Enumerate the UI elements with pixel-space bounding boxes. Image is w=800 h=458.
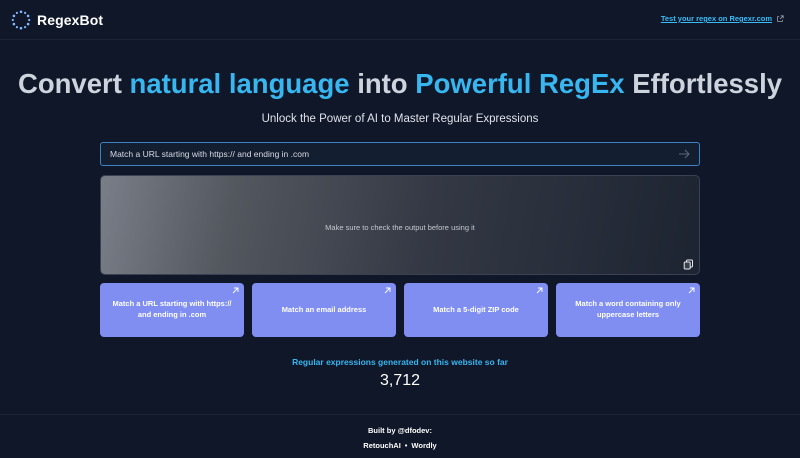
top-bar: RegexBot Test your regex on Regexr.com (0, 0, 800, 40)
footer-separator: • (404, 441, 408, 450)
footer: Built by @dfodev: RetouchAI • Wordly (0, 414, 800, 458)
title-part-3: Effortlessly (624, 68, 783, 99)
regexr-link[interactable]: Test your regex on Regexr.com (661, 14, 784, 23)
title-accent-2: Powerful RegEx (415, 68, 625, 99)
example-card-url[interactable]: Match a URL starting with https:// and e… (100, 283, 244, 337)
example-card-label: Match a word containing only uppercase l… (575, 299, 681, 319)
arrow-up-right-icon (232, 287, 239, 294)
prompt-input[interactable] (101, 143, 661, 165)
footer-links: RetouchAI • Wordly (0, 441, 800, 450)
example-card-email[interactable]: Match an email address (252, 283, 396, 337)
example-card-label: Match an email address (281, 304, 367, 314)
example-card-label: Match a 5-digit ZIP code (433, 304, 519, 314)
external-link-icon (777, 14, 784, 22)
arrow-up-right-icon (688, 287, 695, 294)
arrow-up-right-icon (384, 287, 391, 294)
title-part-1: Convert (17, 68, 130, 99)
logo[interactable]: RegexBot (11, 10, 103, 30)
counter-label: Regular expressions generated on this we… (292, 357, 508, 367)
prompt-box (100, 142, 700, 166)
dotted-ring-icon (11, 10, 31, 30)
arrow-right-icon[interactable] (678, 148, 691, 160)
title-part-2: into (349, 68, 416, 99)
copy-icon[interactable] (683, 259, 694, 270)
title-accent-1: natural language (129, 68, 350, 99)
output-placeholder: Make sure to check the output before usi… (325, 223, 475, 232)
regex-output-panel: Make sure to check the output before usi… (100, 175, 700, 275)
built-by-text: Built by @dfodev: (368, 426, 432, 435)
page-subtitle: Unlock the Power of AI to Master Regular… (261, 113, 539, 125)
footer-link-wordly[interactable]: Wordly (411, 441, 436, 450)
example-prompts: Match a URL starting with https:// and e… (100, 283, 700, 337)
brand-name: RegexBot (37, 12, 104, 28)
counter-value: 3,712 (379, 372, 421, 389)
regexr-link-label: Test your regex on Regexr.com (660, 14, 772, 23)
arrow-up-right-icon (536, 287, 543, 294)
example-card-label: Match a URL starting with https:// and e… (112, 299, 232, 319)
page-title: Convert natural language into Powerful R… (0, 68, 800, 100)
example-card-uppercase[interactable]: Match a word containing only uppercase l… (556, 283, 700, 337)
example-card-zip[interactable]: Match a 5-digit ZIP code (404, 283, 548, 337)
footer-link-retouchai[interactable]: RetouchAI (363, 441, 401, 450)
